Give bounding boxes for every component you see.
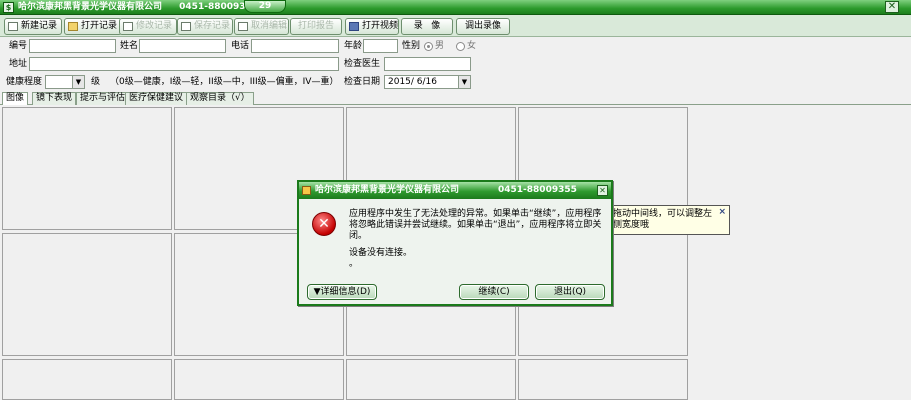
tooltip-text: 拖动中间线，可以调整左侧宽度哦 xyxy=(613,209,713,230)
window-titlebar: $ 哈尔滨康邦黑背景光学仪器有限公司 0451-8800935 xyxy=(0,0,911,15)
health-level-label: 健康程度 xyxy=(6,77,43,87)
new-record-label: 新建记录 xyxy=(21,21,58,31)
folder-icon xyxy=(68,22,78,31)
save-record-button[interactable]: 保存记录 xyxy=(177,18,233,35)
details-button[interactable]: ▼详细信息(D) xyxy=(307,284,377,300)
dialog-message: 应用程序中发生了无法处理的异常。如果单击“继续”，应用程序将忽略此错误并尝试继续… xyxy=(349,209,602,241)
phone-label: 电话 xyxy=(231,41,250,51)
tab-observation-list[interactable]: 观察目录（√） xyxy=(186,92,254,105)
video-icon xyxy=(349,22,359,31)
save-record-label: 保存记录 xyxy=(194,21,231,31)
calendar-dropdown-icon[interactable]: ▼ xyxy=(458,76,470,88)
open-video-label: 打开视频 xyxy=(362,21,399,31)
edit-icon xyxy=(123,22,133,31)
address-label: 地址 xyxy=(9,59,28,69)
dialog-close-button[interactable]: ✕ xyxy=(597,185,608,196)
window-phone: 0451-8800935 xyxy=(179,2,252,12)
health-level-select[interactable]: ▼ xyxy=(45,75,85,89)
tab-health-advice[interactable]: 医疗保健建议 xyxy=(125,92,188,105)
tab-microscope[interactable]: 镜下表现 xyxy=(32,92,77,105)
dialog-title: 哈尔滨康邦黑背景光学仪器有限公司 xyxy=(315,185,460,195)
dialog-message-area: 应用程序中发生了无法处理的异常。如果单击“继续”，应用程序将忽略此错误并尝试继续… xyxy=(349,209,607,270)
app-icon: $ xyxy=(3,2,14,13)
record-button[interactable]: 录 像 xyxy=(401,18,453,35)
cancel-icon xyxy=(238,22,248,31)
image-cell[interactable] xyxy=(2,107,172,230)
continue-button[interactable]: 继续(C) xyxy=(459,284,529,300)
name-input[interactable] xyxy=(139,39,226,53)
phone-input[interactable] xyxy=(251,39,339,53)
gender-female-radio[interactable] xyxy=(456,42,465,51)
save-icon xyxy=(181,22,191,31)
dialog-phone: 0451-88009355 xyxy=(498,185,577,195)
toolbar: 新建记录 打开记录 修改记录 保存记录 取消编辑 打印报告 打开视频 录 像 调… xyxy=(0,15,911,37)
gender-label: 性别 xyxy=(402,41,421,51)
image-cell[interactable] xyxy=(2,233,172,356)
gender-male-label: 男 xyxy=(435,41,445,51)
image-cell[interactable] xyxy=(346,359,516,400)
gender-female-label: 女 xyxy=(467,41,477,51)
dialog-titlebar: 哈尔滨康邦黑背景光学仪器有限公司 0451-88009355 ✕ xyxy=(299,182,611,199)
check-date-value: 2015/ 6/16 xyxy=(388,77,438,87)
level-description: （0级—健康，I级—轻，II级—中，III级—偏重，IV—重） xyxy=(110,77,339,87)
window-title: 哈尔滨康邦黑背景光学仪器有限公司 xyxy=(18,2,163,12)
patient-form: 编号 姓名 电话 年龄 性别 男 女 地址 检查医生 健康程度 ▼ 级 （0级—… xyxy=(0,37,911,92)
chevron-down-icon[interactable]: ▼ xyxy=(72,76,84,88)
id-input[interactable] xyxy=(29,39,116,53)
age-label: 年龄 xyxy=(344,41,363,51)
export-image-button[interactable]: 调出录像 xyxy=(456,18,510,35)
print-report-label: 打印报告 xyxy=(297,21,334,31)
window-close-button[interactable]: ✕ xyxy=(885,1,899,13)
tooltip-close-icon[interactable]: × xyxy=(718,207,726,218)
image-cell[interactable] xyxy=(518,359,688,400)
title-tab-label: 29 xyxy=(258,1,272,11)
print-report-button[interactable]: 打印报告 xyxy=(290,18,342,35)
age-input[interactable] xyxy=(363,39,398,53)
title-tab[interactable]: 29 xyxy=(244,0,286,13)
new-record-button[interactable]: 新建记录 xyxy=(4,18,62,35)
content-tabs: 图像 镜下表现 提示与评估 医疗保健建议 观察目录（√） xyxy=(0,92,911,105)
doctor-input[interactable] xyxy=(384,57,471,71)
cancel-edit-button[interactable]: 取消编辑 xyxy=(234,18,289,35)
edit-record-label: 修改记录 xyxy=(136,21,173,31)
document-icon xyxy=(8,22,18,31)
edit-record-button[interactable]: 修改记录 xyxy=(119,18,177,35)
error-icon: ✕ xyxy=(312,212,336,236)
id-label: 编号 xyxy=(9,41,28,51)
cancel-edit-label: 取消编辑 xyxy=(251,21,288,31)
dialog-detail: 设备没有连接。 xyxy=(349,248,413,258)
dialog-detail-dot: 。 xyxy=(349,259,359,269)
image-cell[interactable] xyxy=(2,359,172,400)
doctor-label: 检查医生 xyxy=(344,59,381,69)
open-record-label: 打开记录 xyxy=(81,21,118,31)
open-record-button[interactable]: 打开记录 xyxy=(64,18,122,35)
tab-images[interactable]: 图像 xyxy=(2,92,29,105)
name-label: 姓名 xyxy=(120,41,139,51)
error-dialog: 哈尔滨康邦黑背景光学仪器有限公司 0451-88009355 ✕ ✕ 应用程序中… xyxy=(297,180,613,306)
export-image-label: 调出录像 xyxy=(464,21,501,31)
check-date-picker[interactable]: 2015/ 6/16 ▼ xyxy=(384,75,471,89)
gender-male-radio[interactable] xyxy=(424,42,433,51)
open-video-button[interactable]: 打开视频 xyxy=(345,18,399,35)
quit-button[interactable]: 退出(Q) xyxy=(535,284,605,300)
image-cell[interactable] xyxy=(174,359,344,400)
address-input[interactable] xyxy=(29,57,339,71)
tab-evaluation[interactable]: 提示与评估 xyxy=(76,92,130,105)
level-unit-label: 级 xyxy=(91,77,101,87)
record-label: 录 像 xyxy=(413,21,441,31)
hint-tooltip: 拖动中间线，可以调整左侧宽度哦 × xyxy=(608,205,730,235)
dialog-app-icon xyxy=(302,186,311,195)
check-date-label: 检查日期 xyxy=(344,77,381,87)
